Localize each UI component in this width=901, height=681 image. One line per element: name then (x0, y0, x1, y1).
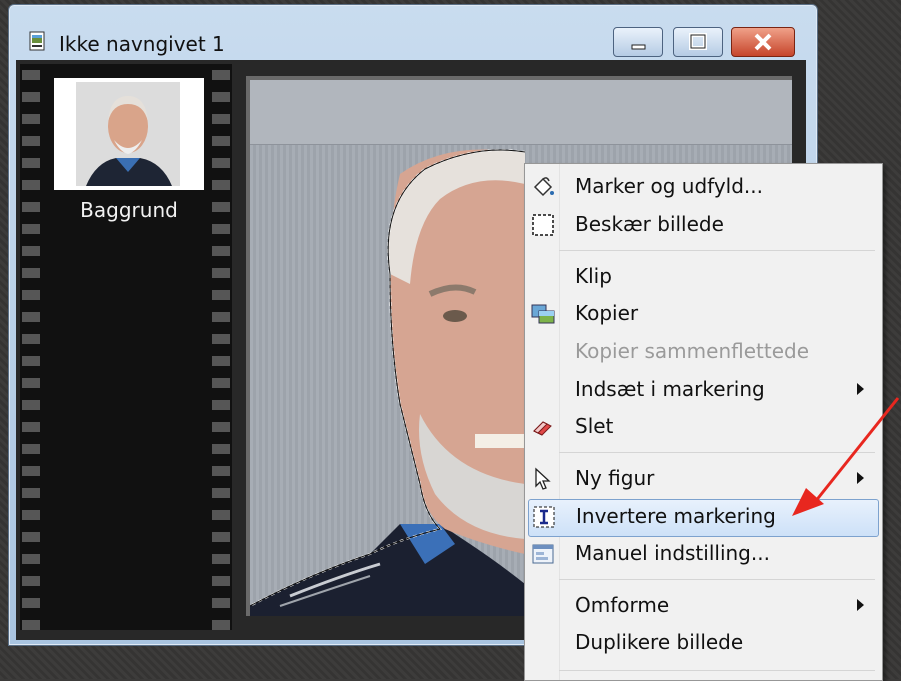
annotation-arrow-icon (792, 397, 900, 516)
